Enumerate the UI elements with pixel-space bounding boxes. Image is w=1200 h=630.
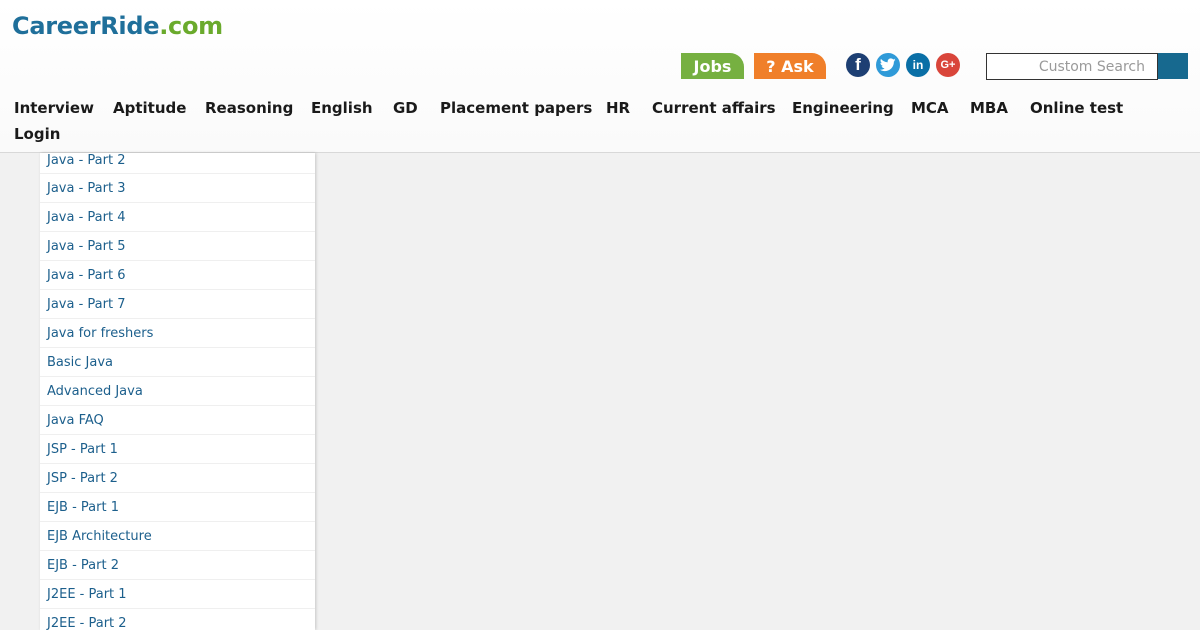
sidebar-item-java-for-freshers[interactable]: Java for freshers	[40, 319, 315, 348]
nav-item-current-affairs[interactable]: Current affairs	[652, 99, 776, 117]
sidebar-item-java-part-4[interactable]: Java - Part 4	[40, 203, 315, 232]
nav-item-reasoning[interactable]: Reasoning	[205, 99, 293, 117]
search-input[interactable]	[986, 53, 1158, 80]
sidebar-item-java-part-5[interactable]: Java - Part 5	[40, 232, 315, 261]
sidebar-item-java-faq[interactable]: Java FAQ	[40, 406, 315, 435]
logo-main-text: CareerRide	[12, 12, 160, 40]
nav-item-mba[interactable]: MBA	[970, 99, 1008, 117]
search-button[interactable]	[1158, 53, 1188, 79]
nav-item-placement-papers[interactable]: Placement papers	[440, 99, 592, 117]
sidebar-item-java-part-7[interactable]: Java - Part 7	[40, 290, 315, 319]
sidebar-item-jsp-part-1[interactable]: JSP - Part 1	[40, 435, 315, 464]
sidebar-item-j2ee-part-1[interactable]: J2EE - Part 1	[40, 580, 315, 609]
site-header: CareerRide.com Jobs ? Ask f in G+ Interv…	[0, 0, 1200, 153]
ask-button[interactable]: ? Ask	[754, 53, 826, 79]
sidebar-item-java-part-2[interactable]: Java - Part 2	[40, 153, 315, 174]
nav-item-online-test[interactable]: Online test	[1030, 99, 1123, 117]
sidebar-item-basic-java[interactable]: Basic Java	[40, 348, 315, 377]
sidebar-item-java-part-6[interactable]: Java - Part 6	[40, 261, 315, 290]
sidebar-item-j2ee-part-2[interactable]: J2EE - Part 2	[40, 609, 315, 630]
sidebar-item-ejb-part-2[interactable]: EJB - Part 2	[40, 551, 315, 580]
sidebar-item-ejb-part-1[interactable]: EJB - Part 1	[40, 493, 315, 522]
nav-item-aptitude[interactable]: Aptitude	[113, 99, 186, 117]
sidebar-item-advanced-java[interactable]: Advanced Java	[40, 377, 315, 406]
twitter-bird-glyph	[880, 58, 896, 72]
sidebar-topic-list: Java - Part 2 Java - Part 3 Java - Part …	[40, 153, 315, 630]
nav-item-mca[interactable]: MCA	[911, 99, 949, 117]
nav-item-hr[interactable]: HR	[606, 99, 630, 117]
sidebar-item-jsp-part-2[interactable]: JSP - Part 2	[40, 464, 315, 493]
logo-tld-text: .com	[159, 12, 223, 40]
nav-item-english[interactable]: English	[311, 99, 373, 117]
googleplus-icon[interactable]: G+	[936, 53, 960, 77]
nav-item-gd[interactable]: GD	[393, 99, 418, 117]
nav-item-login[interactable]: Login	[14, 125, 60, 143]
facebook-icon[interactable]: f	[846, 53, 870, 77]
careerride-logo[interactable]: CareerRide.com	[12, 12, 223, 40]
nav-item-engineering[interactable]: Engineering	[792, 99, 894, 117]
linkedin-icon[interactable]: in	[906, 53, 930, 77]
jobs-button[interactable]: Jobs	[681, 53, 744, 79]
nav-item-interview[interactable]: Interview	[14, 99, 94, 117]
sidebar-item-ejb-architecture[interactable]: EJB Architecture	[40, 522, 315, 551]
twitter-icon[interactable]	[876, 53, 900, 77]
sidebar-item-java-part-3[interactable]: Java - Part 3	[40, 174, 315, 203]
